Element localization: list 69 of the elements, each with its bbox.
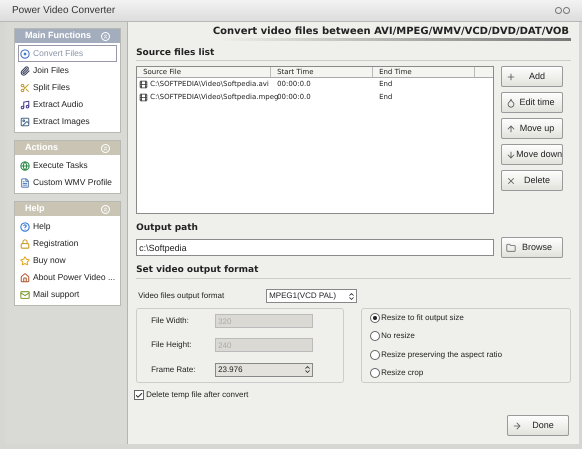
document-icon	[20, 178, 30, 188]
image-icon	[20, 116, 30, 126]
sidebar-item[interactable]: Buy now	[18, 252, 118, 269]
arrow-right-icon	[512, 420, 522, 430]
plus-icon	[506, 72, 516, 82]
sidebar-item[interactable]: Join Files	[18, 62, 118, 79]
radio-button[interactable]	[370, 368, 380, 378]
resize-radio[interactable]: Resize to fit output size	[370, 312, 570, 324]
window-title: Power Video Converter	[12, 4, 116, 18]
panel-title: Main Functions	[25, 29, 91, 42]
list-button[interactable]: Add	[501, 66, 564, 87]
checkbox[interactable]	[134, 390, 144, 400]
sidebar-item[interactable]: Execute Tasks	[18, 157, 118, 174]
checkbox-label: Delete temp file after convert	[146, 389, 248, 401]
radio-label: Resize preserving the aspect ratio	[381, 348, 502, 361]
list-button[interactable]: Edit time	[501, 92, 564, 113]
radio-label: No resize	[381, 330, 415, 342]
frame-rate-select[interactable]: 23.976	[215, 362, 314, 377]
list-button[interactable]: Delete	[501, 170, 564, 191]
sidebar-item[interactable]: Custom WMV Profile	[18, 174, 118, 191]
arrow-down-icon	[506, 150, 516, 160]
sidebar-item[interactable]: Split Files	[18, 79, 118, 96]
resize-radio[interactable]: No resize	[370, 330, 570, 342]
sidebar-item[interactable]: Extract Images	[18, 113, 118, 130]
field-label: File Height:	[151, 339, 193, 352]
folder-icon	[506, 242, 516, 252]
arrow-up-icon	[506, 124, 516, 134]
house-icon	[20, 272, 30, 282]
spinner-icon	[303, 365, 312, 374]
section-title: Set video output format	[136, 264, 260, 276]
film-icon	[139, 80, 148, 89]
spinner-icon	[347, 292, 356, 300]
browse-button[interactable]: Browse	[501, 237, 564, 258]
scissors-icon	[20, 82, 30, 92]
droplet-icon	[506, 98, 516, 108]
output-path-field[interactable]: c:\Softpedia	[136, 239, 494, 256]
radio-button[interactable]	[370, 350, 380, 360]
lock-icon	[20, 238, 30, 248]
format-label: Video files output format	[138, 290, 226, 302]
section-title: Source files list	[136, 47, 216, 59]
sidebar-item[interactable]: Help	[18, 218, 118, 235]
resize-radio[interactable]: Resize preserving the aspect ratio	[370, 348, 570, 361]
panel-title: Actions	[25, 141, 58, 154]
page-heading: Convert video files between AVI/MPEG/WMV/VCD/DVD/DAT/VOB	[212, 25, 570, 38]
music-note-icon	[20, 100, 30, 110]
radio-label: Resize crop	[381, 366, 424, 379]
globe-icon	[20, 160, 30, 170]
panel-title: Help	[25, 202, 45, 216]
sidebar-item[interactable]: Extract Audio	[18, 96, 118, 113]
film-icon	[139, 93, 148, 102]
list-button[interactable]: Move up	[501, 118, 564, 139]
format-select[interactable]: MPEG1(VCD PAL)	[266, 289, 358, 303]
disc-icon	[20, 48, 30, 58]
radio-label: Resize to fit output size	[381, 312, 464, 324]
radio-button[interactable]	[370, 313, 380, 324]
sidebar-item[interactable]: Mail support	[18, 286, 118, 303]
done-button[interactable]: Done	[507, 415, 570, 436]
sidebar-item[interactable]: Registration	[18, 235, 118, 252]
list-button[interactable]: Move down	[501, 144, 564, 165]
envelope-icon	[20, 290, 30, 300]
field-label: Frame Rate:	[151, 364, 197, 376]
help-icon	[20, 222, 30, 232]
star-icon	[20, 256, 30, 266]
section-title: Output path	[136, 222, 199, 234]
field-label: File Width:	[151, 315, 190, 328]
sidebar-item[interactable]: About Power Video ...	[18, 269, 118, 286]
resize-radio[interactable]: Resize crop	[370, 366, 570, 379]
radio-button[interactable]	[370, 331, 380, 342]
paperclip-icon	[20, 66, 30, 76]
